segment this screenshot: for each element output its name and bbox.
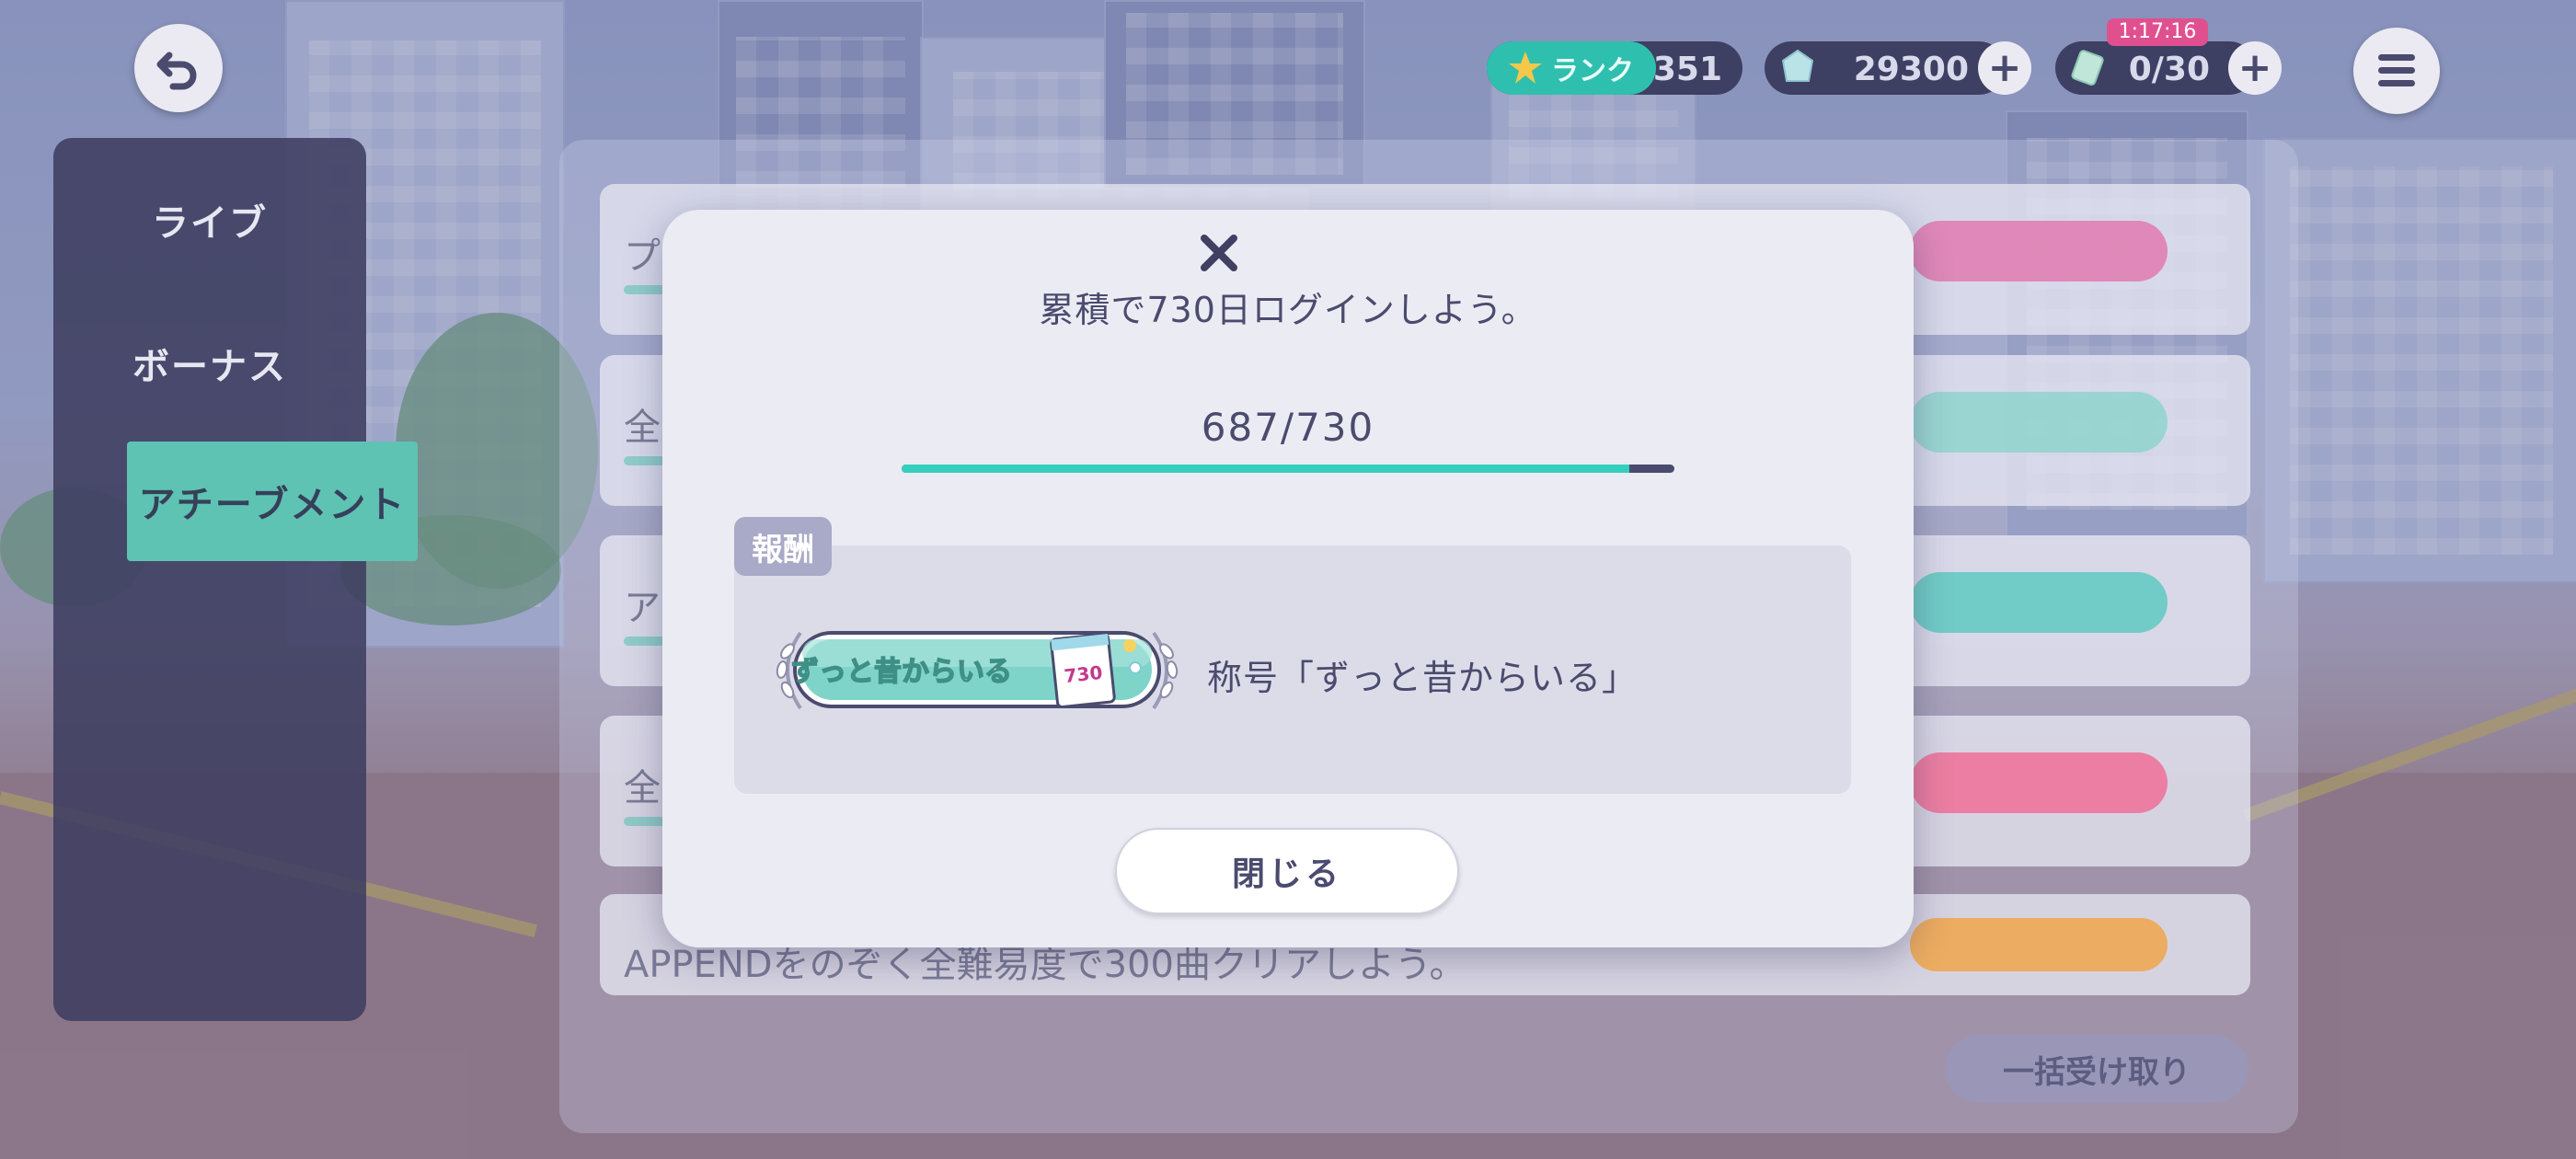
list-item-text: 全 [624, 407, 661, 449]
add-stamina-button[interactable]: + [2228, 41, 2282, 95]
list-item-text: プ [624, 235, 661, 278]
rank-label-chip: ランク [1487, 41, 1656, 95]
sidebar-item-live[interactable]: ライブ [53, 160, 366, 280]
close-button-label: 閉じる [1231, 855, 1342, 893]
calendar-icon: 730 [1050, 632, 1116, 709]
reward-name: 称号「ずっと昔からいる」 [1207, 658, 1639, 698]
menu-button[interactable] [2353, 28, 2440, 114]
undo-arrow-icon [156, 52, 197, 90]
list-item-text: ア [624, 587, 661, 629]
rank-value: 351 [1652, 51, 1722, 88]
progress-bar [902, 465, 1674, 473]
sidebar-item-label: アチーブメント [138, 484, 407, 526]
list-item-text: 全 [624, 767, 661, 809]
calendar-number: 730 [1063, 661, 1103, 687]
sparkle-icon [1129, 661, 1142, 674]
rank-label: ランク [1551, 55, 1634, 87]
close-icon [1201, 235, 1237, 271]
stamina-timer-badge: 1:17:16 [2107, 18, 2208, 46]
bulk-receive-button[interactable]: 一括受け取り [1945, 1035, 2248, 1103]
close-button[interactable]: 閉じる [1115, 828, 1459, 914]
progress-bar-fill [902, 465, 1629, 473]
reward-chip [1910, 392, 2168, 453]
reward-chip [1910, 752, 2168, 813]
sparkle-icon [1123, 639, 1136, 652]
sidebar-item-achievement[interactable]: アチーブメント [127, 442, 418, 561]
crystal-value: 29300 [1853, 51, 1969, 88]
back-button[interactable] [134, 24, 223, 112]
crystal-display: 29300 [1765, 41, 2006, 95]
stamina-display: 0/30 [2055, 41, 2256, 95]
crystal-icon [1781, 49, 1814, 82]
rank-star-icon [1509, 52, 1542, 84]
sidebar-item-label: ボーナス [132, 346, 287, 388]
sidebar: ライブ ボーナス アチーブメント [53, 138, 418, 1021]
title-badge-image: ずっと昔からいる 730 [776, 631, 1179, 710]
reward-chip [1910, 221, 2168, 281]
stamina-ticket-icon [2071, 50, 2104, 86]
hamburger-menu-icon [2378, 54, 2415, 86]
progress-text: 687/730 [1201, 405, 1375, 450]
dialog-title: 累積で730日ログインしよう。 [1039, 290, 1537, 330]
stamina-value: 0/30 [2128, 51, 2210, 88]
rank-display: ランク 351 [1487, 41, 1742, 95]
reward-chip [1910, 572, 2168, 633]
close-x-button[interactable] [1187, 221, 1251, 285]
bulk-receive-label: 一括受け取り [2003, 1053, 2191, 1091]
add-crystal-button[interactable]: + [1978, 41, 2031, 95]
sidebar-item-label: ライブ [152, 202, 268, 245]
reward-tag: 報酬 [734, 517, 832, 576]
title-badge-text: ずっと昔からいる [791, 656, 1012, 688]
sidebar-item-bonus[interactable]: ボーナス [53, 304, 366, 423]
reward-chip [1910, 918, 2168, 971]
